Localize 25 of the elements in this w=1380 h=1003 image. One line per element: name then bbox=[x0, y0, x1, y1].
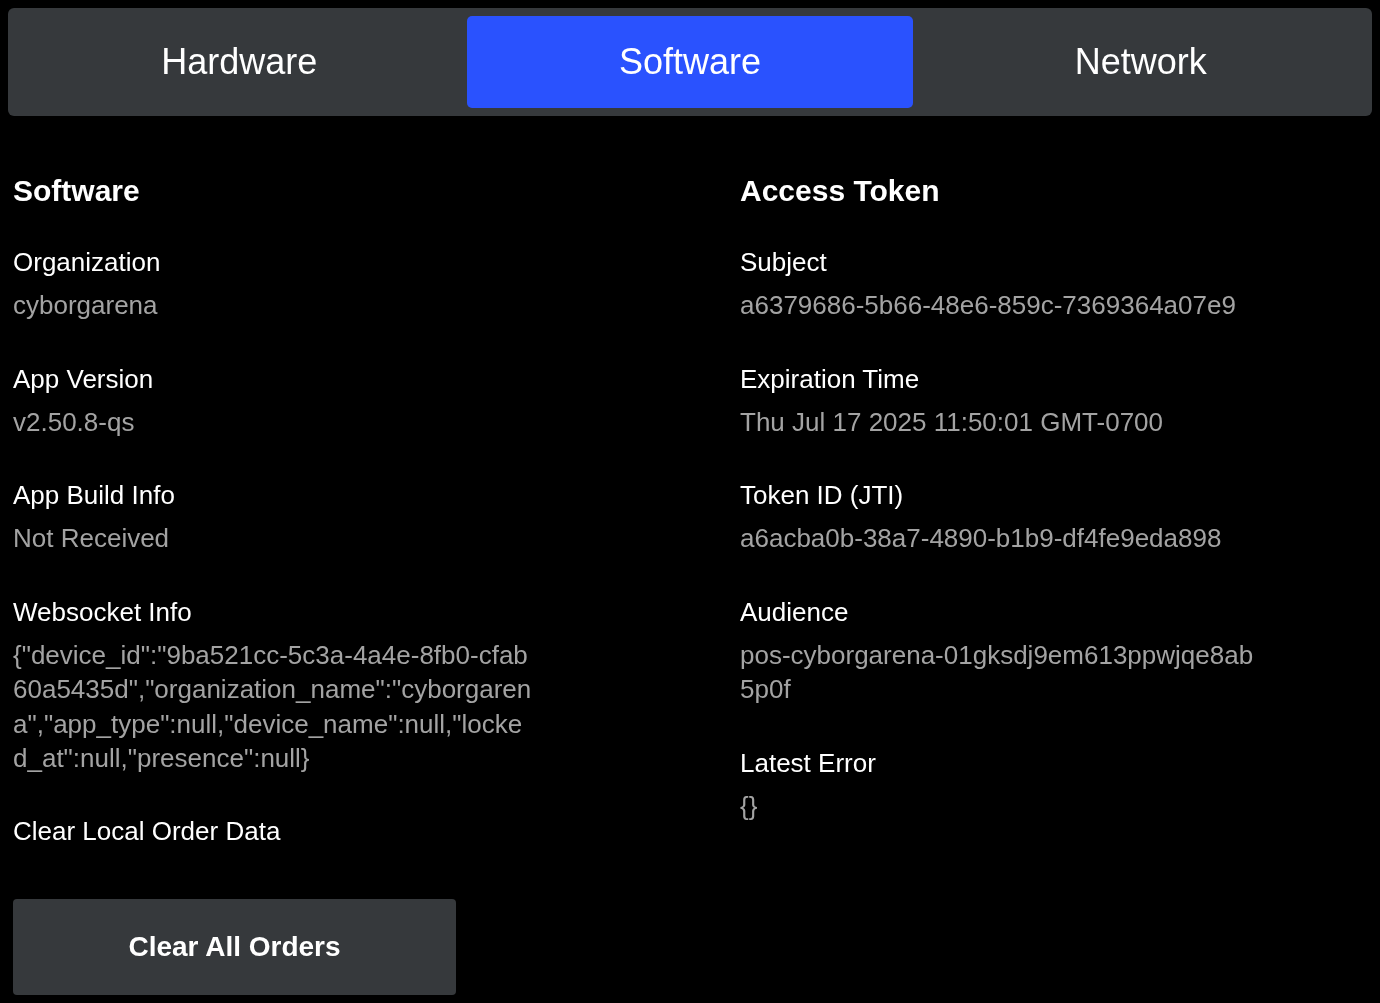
field-label: Websocket Info bbox=[13, 595, 193, 629]
tab[interactable]: Software bbox=[466, 16, 914, 108]
field-value: a6acba0b-38a7-4890-b1b9-df4fe9eda898 bbox=[740, 522, 1222, 555]
field-label: Expiration Time bbox=[740, 362, 921, 396]
field-label: Token ID (JTI) bbox=[740, 479, 905, 512]
field-label: Subject bbox=[740, 246, 828, 279]
field-label: App Version bbox=[13, 362, 154, 396]
field-value: Thu Jul 17 2025 11:50:01 GMT-0700 bbox=[740, 405, 1164, 439]
field-value: pos-cyborgarena-01gksdj9em613ppwjqe8ab5p0f bbox=[740, 638, 1255, 706]
clear-orders-button[interactable]: Clear All Orders bbox=[13, 898, 456, 995]
tab[interactable]: Hardware bbox=[16, 16, 463, 108]
tab[interactable]: Network bbox=[917, 16, 1364, 108]
field-value: Not Received bbox=[13, 522, 171, 555]
field-value: v2.50.8-qs bbox=[13, 405, 136, 439]
section-heading: Software bbox=[13, 173, 140, 209]
action-label: Clear Local Order Data bbox=[13, 814, 281, 848]
field-label: Organization bbox=[13, 246, 161, 279]
section-heading: Access Token bbox=[740, 173, 940, 209]
field-value: {} bbox=[740, 789, 759, 823]
field-label: Audience bbox=[740, 595, 850, 629]
field-value: {"device_id":"9ba521cc-5c3a-4a4e-8fb0-cfab60a5435d","organization_name":"cyborgarena","app_type":null,"device_name":null,"locked_at":null,"presence":null} bbox=[13, 638, 533, 775]
field-label: App Build Info bbox=[13, 479, 175, 512]
field-value: cyborgarena bbox=[13, 289, 159, 322]
field-value: a6379686-5b66-48e6-859c-7369364a07e9 bbox=[740, 289, 1236, 322]
field-label: Latest Error bbox=[740, 746, 876, 780]
